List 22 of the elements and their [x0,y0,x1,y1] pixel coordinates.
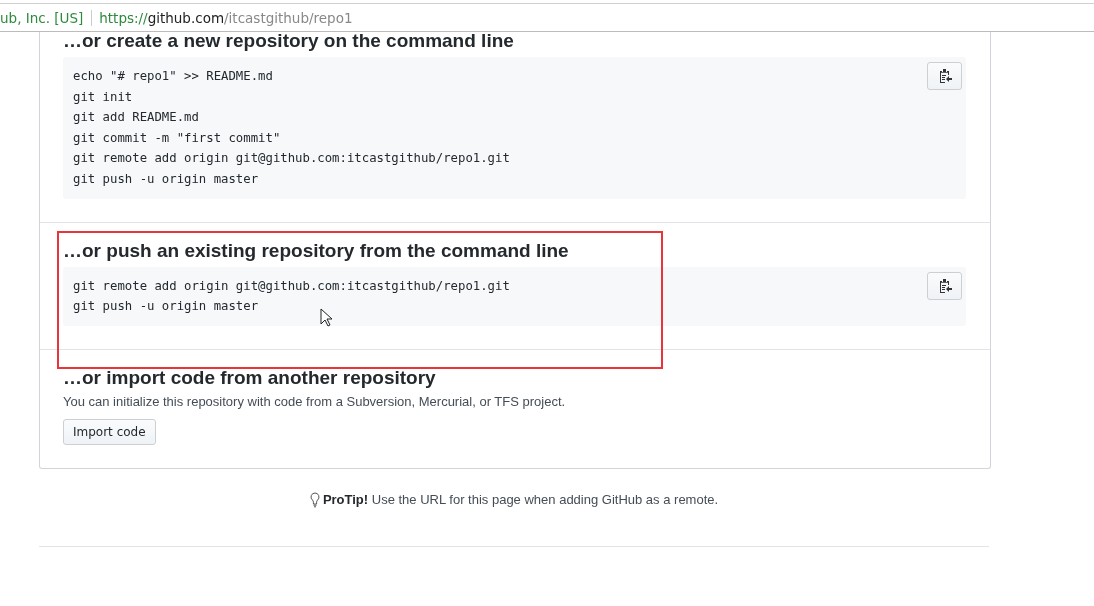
code-line: git remote add origin git@github.com:itcastgithub/repo1.git [73,277,510,295]
section-heading: …or push an existing repository from the command line [63,238,570,263]
code-line: git commit -m "first commit" [73,129,281,147]
copy-button[interactable] [927,62,962,90]
code-line: git init [73,88,133,106]
code-line: git push -u origin master [73,170,259,188]
copy-button[interactable] [927,271,962,300]
url-text: https://github.com/itcastgithub/repo1 [99,9,353,26]
code-line: git remote add origin git@github.com:itcastgithub/repo1.git [73,150,510,168]
section-description: You can initialize this repository with code from a Subversion, Mercurial, or TFS project. [63,393,567,409]
clipboard-icon [937,277,952,294]
lightbulb-icon [309,491,320,508]
site-identity: ub, Inc. [US] [0,9,93,26]
protip-text: ProTip! Use the URL for this page when adding GitHub as a remote. [322,492,719,508]
code-line: git push -u origin master [73,298,259,316]
import-code-button[interactable]: Import code [63,418,156,445]
code-line: git add README.md [73,109,199,127]
address-bar[interactable]: ub, Inc. [US] https://github.com/itcastgithub/repo1 [0,3,1094,32]
clipboard-icon [937,68,952,84]
section-heading: …or import code from another repository [63,365,437,390]
code-line: echo "# repo1" >> README.md [73,68,273,85]
section-heading: …or create a new repository on the command line [63,32,515,53]
